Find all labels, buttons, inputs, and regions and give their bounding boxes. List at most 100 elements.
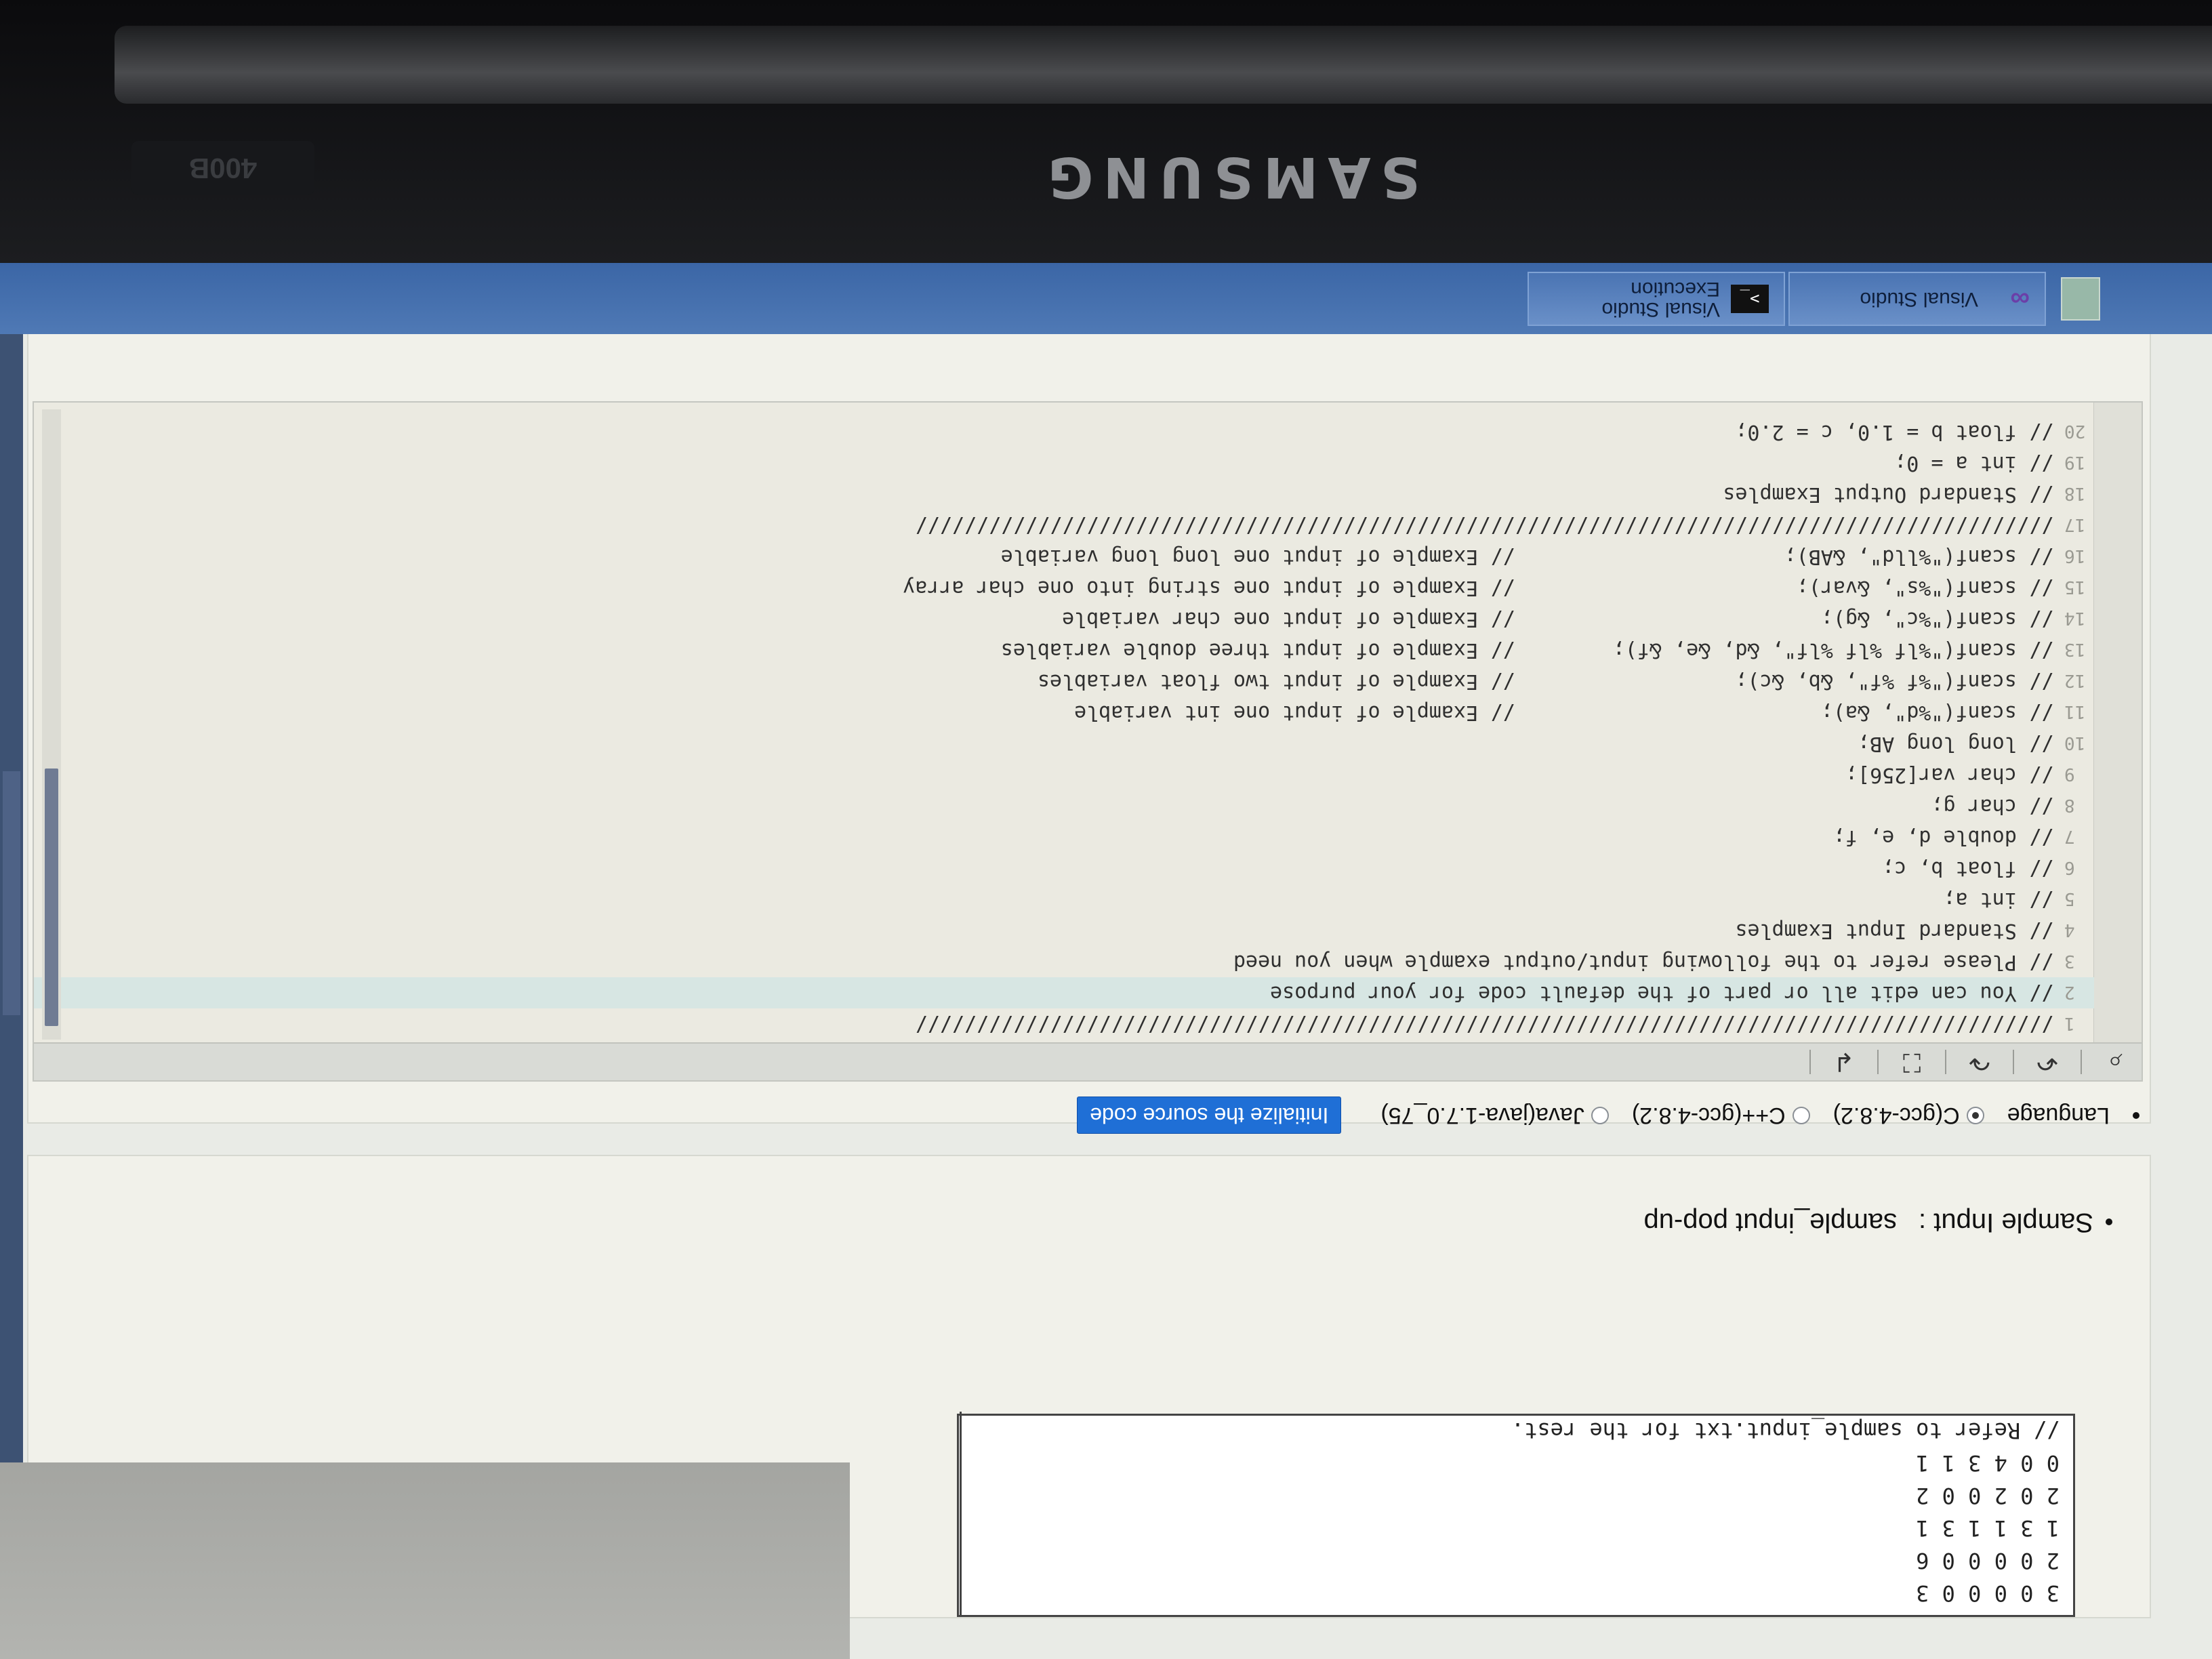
code-text: // Standard Output Examples [1723,483,2053,506]
bullet [2133,1112,2139,1119]
line-number: 4 [2064,920,2075,940]
paper-sheet [0,1462,850,1659]
radio-cpp[interactable]: C++(gcc-4.8.2) [1632,1103,1810,1129]
code-line[interactable]: 17 //////////////////////////////////////… [34,510,2094,541]
code-area[interactable]: 1 ///////////////////////////////////////… [34,403,2094,1042]
sample-line: 0 0 4 3 1 1 [1916,1450,2060,1476]
code-text: ////////////////////////////////////////… [915,1012,2053,1036]
scrollbar-thumb[interactable] [45,769,58,1026]
code-line[interactable]: 2 // You can edit all or part of the defa… [34,977,2094,1008]
toolbar-separator [2013,1050,2014,1074]
toolbar-separator [1877,1050,1879,1074]
code-line[interactable]: 13 // scanf("%lf %lf %lf", &d, &e, &f); /… [34,634,2094,665]
sample-line: 3 0 0 0 0 3 [1916,1580,2060,1606]
code-line[interactable]: 3 // Please refer to the following input/… [34,946,2094,977]
sample-divider [960,1412,962,1615]
line-number: 18 [2064,483,2086,504]
code-line[interactable]: 15 // scanf("%s", &var); // Example of in… [34,572,2094,603]
radio-java[interactable]: Java(java-1.7.0_75) [1380,1103,1609,1129]
code-text: // scanf("%f %f", &b, &c); // Example of… [1037,670,2053,693]
line-number: 19 [2064,452,2086,472]
radio-java-label: Java(java-1.7.0_75) [1380,1103,1584,1129]
taskbar-item-text: Visual Studio Execution [1601,278,1720,321]
model-sticker: 400B [131,141,314,195]
line-number: 5 [2064,888,2075,909]
code-line[interactable]: 9 // char var[256]; [34,759,2094,790]
code-line[interactable]: 19 // int a = 0; [34,447,2094,478]
editor-toolbar: ⌕ ↶ ↷ ⛶ ↲ [34,1042,2142,1080]
sample-input-popup-link[interactable]: sample_input pop-up [1643,1207,1897,1237]
code-line[interactable]: 8 // char g; [34,790,2094,821]
terminal-icon: >_ [1731,285,1769,313]
line-number-gutter [2093,403,2142,1042]
code-line[interactable]: 6 // float b, c; [34,853,2094,884]
initialize-source-button[interactable]: Initialize the source code [1077,1097,1342,1134]
code-text: // scanf("%c", &g); // Example of input … [1062,607,2053,631]
code-editor[interactable]: ⌕ ↶ ↷ ⛶ ↲ 1 /////////////////////////////… [33,401,2143,1082]
radio-cpp-dot[interactable] [1792,1107,1810,1124]
bullet [2106,1218,2112,1226]
sample-input-lines: 3 0 0 0 0 3 2 0 0 0 0 6 1 3 1 1 3 1 2 0 … [1016,1414,2060,1610]
code-text: // scanf("%s", &var); // Example of inpu… [903,576,2053,600]
line-number: 15 [2064,577,2086,597]
code-text: // scanf("%lld", &AB); // Example of inp… [1000,545,2053,569]
sample-line: 2 0 0 0 0 6 [1916,1548,2060,1574]
code-text: // int a; [1943,888,2053,912]
code-line[interactable]: 16 // scanf("%lld", &AB); // Example of i… [34,541,2094,572]
taskbar-item-sublabel: Execution [1631,278,1720,300]
search-icon[interactable]: ⌕ [2101,1048,2129,1077]
taskbar-visual-studio[interactable]: ∞ Visual Studio [1788,272,2046,326]
code-text: // int a = 0; [1894,451,2053,475]
code-text: // char g; [1931,794,2053,818]
brand-logo: SAMSUNG [1038,144,1420,209]
photo-scene: 3 0 0 0 0 3 2 0 0 0 0 6 1 3 1 1 3 1 2 0 … [0,0,2212,1659]
line-number: 6 [2064,857,2075,878]
code-line[interactable]: 12 // scanf("%f %f", &b, &c); // Example … [34,665,2094,697]
code-line[interactable]: 10 // long long AB; [34,728,2094,759]
fullscreen-icon[interactable]: ⛶ [1898,1048,1926,1077]
line-number: 13 [2064,639,2086,659]
line-number: 16 [2064,546,2086,566]
line-number: 17 [2064,514,2086,535]
taskbar-visual-studio-execution[interactable]: >_ Visual Studio Execution [1528,272,1785,326]
code-text: // char var[256]; [1845,763,2053,787]
code-line[interactable]: 5 // int a; [34,884,2094,915]
wrap-icon[interactable]: ↲ [1830,1047,1858,1078]
code-text: // float b, c; [1882,857,2053,880]
code-line[interactable]: 20 // float b = 1.0, c = 2.0; [34,416,2094,447]
app-icon[interactable] [2061,277,2100,321]
taskbar: ∞ Visual Studio >_ Visual Studio Executi… [0,263,2212,334]
vertical-scrollbar[interactable] [42,409,61,1040]
code-panel: Language C(gcc-4.8.2) C++(gcc-4.8.2) Jav… [27,331,2151,1134]
code-line[interactable]: 7 // double d, e, f; [34,821,2094,853]
sample-line: 1 3 1 1 3 1 [1916,1515,2060,1541]
line-number: 12 [2064,670,2086,691]
redo-icon[interactable]: ↷ [1965,1047,1994,1078]
undo-icon[interactable]: ↶ [2033,1047,2062,1078]
code-line[interactable]: 11 // scanf("%d", &a); // Example of inpu… [34,697,2094,728]
sample-input-box: 3 0 0 0 0 3 2 0 0 0 0 6 1 3 1 1 3 1 2 0 … [957,1412,2075,1617]
line-number: 8 [2064,795,2075,815]
visual-studio-icon: ∞ [2010,284,2030,314]
code-text: // double d, e, f; [1832,825,2053,849]
toolbar-separator [1809,1050,1811,1074]
code-line[interactable]: 18 // Standard Output Examples [34,478,2094,510]
code-text: // scanf("%lf %lf %lf", &d, &e, &f); // … [1000,638,2053,662]
radio-c[interactable]: C(gcc-4.8.2) [1833,1103,1984,1129]
code-text: // Please refer to the following input/o… [1233,950,2053,974]
line-number: 3 [2064,951,2075,971]
line-number: 14 [2064,608,2086,628]
code-line[interactable]: 14 // scanf("%c", &g); // Example of inpu… [34,603,2094,634]
radio-java-dot[interactable] [1591,1107,1609,1124]
sample-line: // Refer to sample_input.txt for the res… [1511,1418,2060,1443]
line-number: 9 [2064,764,2075,784]
taskbar-item-label: Visual Studio [1601,298,1720,321]
code-line[interactable]: 4 // Standard Input Examples [34,915,2094,946]
code-line[interactable]: 1 ///////////////////////////////////////… [34,1008,2094,1040]
sample-input-title: Sample Input : sample_input pop-up [1643,1207,2112,1237]
code-text: // You can edit all or part of the defau… [1270,981,2053,1005]
code-text: ////////////////////////////////////////… [915,514,2053,537]
code-text: // scanf("%d", &a); // Example of input … [1074,701,2053,724]
line-number: 10 [2064,733,2086,753]
radio-c-dot[interactable] [1966,1107,1984,1124]
